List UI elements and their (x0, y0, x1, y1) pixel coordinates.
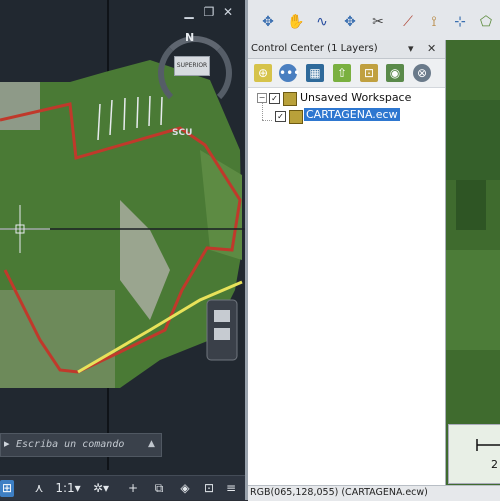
layer-tree: − ✓ Unsaved Workspace ✓ CARTAGENA.ecw (248, 88, 444, 483)
panel-title: Control Center (1 Layers) (251, 43, 378, 54)
panel-titlebar: Control Center (1 Layers) ▾ ✕ (248, 40, 445, 59)
layers-icon[interactable]: ◈ (176, 480, 194, 497)
panel-toolbar: ⊕ ••• ▦ ⇧ ⊡ ◉ ⊗ (248, 59, 445, 88)
zoom-icon (214, 328, 230, 340)
tree-guide-v (262, 102, 263, 120)
scale-value: 2 (491, 458, 498, 471)
expander-icon[interactable]: − (257, 93, 267, 103)
gis-application: ✥ ✋ ∿ ✥ ✂ ⟋ ⟟ ⊹ ⬠ Control Center (1 Laye… (248, 0, 500, 501)
menu-icon[interactable]: ≡ (222, 480, 240, 497)
pan-icon (214, 310, 230, 322)
pixel-readout: RGB(065,128,055) (CARTAGENA.ecw) (250, 487, 428, 498)
viewcube-top-face[interactable]: SUPERIOR (174, 56, 210, 76)
control-center-panel: Control Center (1 Layers) ▾ ✕ ⊕ ••• ▦ ⇧ … (248, 40, 446, 485)
command-line[interactable]: ▸ ▲ (0, 433, 162, 457)
cut-icon[interactable]: ✂ (368, 12, 388, 32)
line-tool-icon[interactable]: ⟋ (398, 12, 418, 32)
zoom-layer-icon[interactable]: ⊡ (360, 64, 378, 82)
gear-icon[interactable]: ✲▾ (86, 480, 116, 497)
remove-layer-icon[interactable]: ⊗ (413, 64, 431, 82)
farmland-patch (0, 290, 115, 388)
draw-curve-icon[interactable]: ∿ (312, 12, 332, 32)
move-icon[interactable]: ✥ (258, 12, 278, 32)
node-edit-icon[interactable]: ✥ (340, 12, 360, 32)
snap-grid-icon[interactable]: ⊞ (0, 480, 14, 497)
fullscreen-icon[interactable]: ⊡ (200, 480, 218, 497)
panel-close-icon[interactable]: ✕ (427, 42, 436, 55)
gis-map-view[interactable]: 2 (446, 40, 500, 485)
workspace-label[interactable]: Unsaved Workspace (300, 91, 411, 104)
scale-selector[interactable]: 1:1▾ (54, 480, 82, 497)
command-history-chevron-icon[interactable]: ▲ (148, 439, 155, 449)
more-options-icon[interactable]: ••• (279, 64, 300, 82)
layer-checkbox[interactable]: ✓ (275, 111, 286, 122)
up-layer-icon[interactable]: ⇧ (333, 64, 351, 82)
raster-layer-icon (289, 110, 303, 124)
cad-status-bar: ⊞ ⋏ 1:1▾ ✲▾ + ⧉ ◈ ⊡ ≡ (0, 475, 245, 500)
north-icon[interactable]: ⋏ (30, 480, 48, 497)
viewcube-compass[interactable]: N SUPERIOR (152, 30, 232, 110)
workspace-icon (283, 92, 297, 106)
urban-patch (0, 82, 40, 130)
compass-north-label: N (185, 31, 195, 44)
ucs-icon[interactable]: ⧉ (150, 480, 168, 497)
polygon-tool-icon[interactable]: ⬠ (476, 12, 496, 32)
panel-dropdown-icon[interactable]: ▾ (408, 42, 414, 55)
polyline-tool-icon[interactable]: ⟟ (424, 12, 444, 32)
gis-map-texture (446, 40, 500, 485)
scale-bar: 2 (448, 424, 500, 484)
plus-icon[interactable]: + (124, 480, 142, 497)
gis-toolbar: ✥ ✋ ∿ ✥ ✂ ⟋ ⟟ ⊹ ⬠ (248, 0, 500, 41)
ucs-label[interactable]: SCU (172, 128, 192, 138)
workspace-checkbox[interactable]: ✓ (269, 93, 280, 104)
command-prompt-icon: ▸ (4, 437, 10, 450)
pan-map-icon[interactable]: ✋ (286, 12, 306, 32)
add-layer-icon[interactable]: ⊕ (254, 64, 272, 82)
gis-status-bar: RGB(065,128,055) (CARTAGENA.ecw) (248, 485, 500, 501)
visibility-icon[interactable]: ◉ (386, 64, 404, 82)
tree-guide-h (262, 120, 272, 121)
table-icon[interactable]: ▦ (306, 64, 324, 82)
cad-viewport[interactable]: ▁ ❐ ✕ N SUPERIOR SCU ▸ Escriba un comand… (0, 0, 245, 500)
layer-label[interactable]: CARTAGENA.ecw (304, 108, 400, 121)
vertex-tool-icon[interactable]: ⊹ (450, 12, 470, 32)
command-input[interactable] (16, 437, 141, 452)
